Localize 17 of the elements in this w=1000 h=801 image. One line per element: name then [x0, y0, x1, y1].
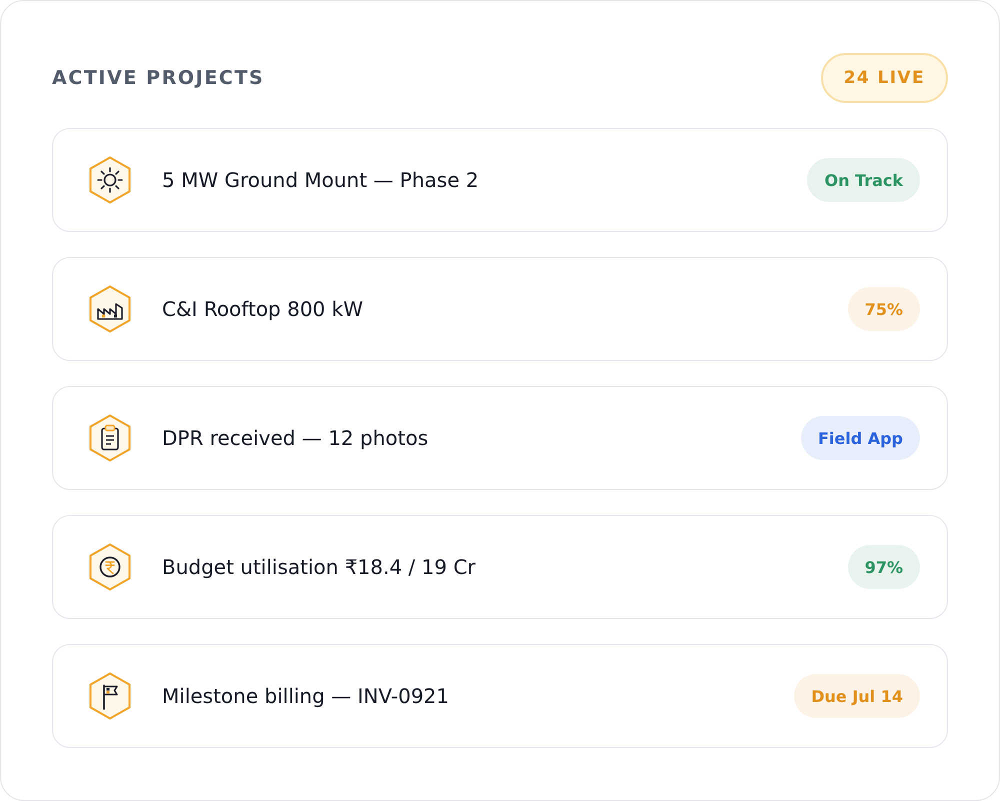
project-title: Milestone billing — INV-0921: [162, 684, 450, 708]
rupee-coin-icon: [89, 543, 131, 591]
clipboard-icon: [89, 414, 131, 462]
project-title: 5 MW Ground Mount — Phase 2: [162, 168, 480, 192]
status-badge: 75%: [848, 287, 920, 331]
project-title: Budget utilisation ₹18.4 / 19 Cr: [162, 555, 477, 579]
project-title: DPR received — 12 photos: [162, 426, 430, 450]
factory-icon: [89, 285, 131, 333]
live-count-badge: 24 LIVE: [820, 53, 948, 103]
status-badge: 97%: [848, 545, 920, 589]
status-badge: Field App: [800, 416, 920, 460]
sun-icon: [89, 156, 131, 204]
flag-icon: [89, 672, 131, 720]
status-badge: Due Jul 14: [794, 674, 920, 718]
project-title: C&I Rooftop 800 kW: [162, 297, 364, 321]
panel-title: ACTIVE PROJECTS: [52, 67, 264, 89]
status-badge: On Track: [807, 158, 920, 202]
